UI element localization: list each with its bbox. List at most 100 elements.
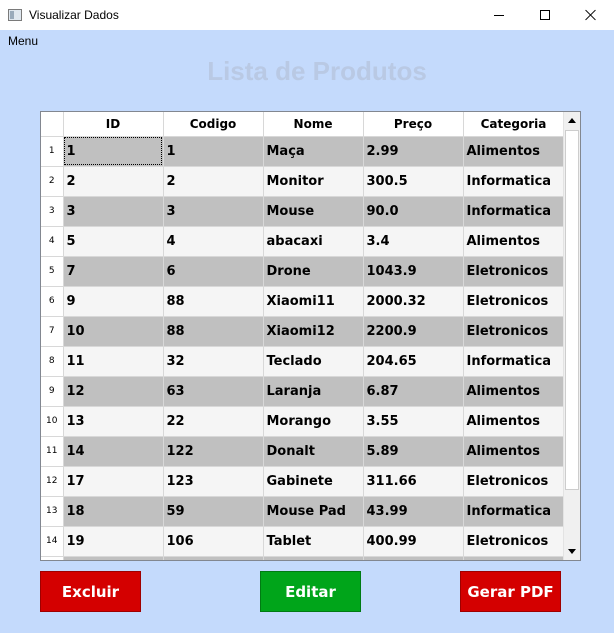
cell-categoria[interactable]: Eletronicos — [463, 286, 565, 317]
column-header-id[interactable]: ID — [63, 112, 164, 137]
edit-button[interactable]: Editar — [260, 571, 361, 612]
row-header[interactable]: 5 — [41, 256, 64, 287]
table-row[interactable]: 8 11 32 Teclado 204.65 Informatica — [41, 346, 565, 377]
cell-codigo[interactable]: 123 — [163, 466, 264, 497]
table-row[interactable]: 3 3 3 Mouse 90.0 Informatica — [41, 196, 565, 227]
row-header[interactable]: 1 — [41, 136, 64, 167]
row-header[interactable]: 13 — [41, 496, 64, 527]
cell-id[interactable]: 5 — [63, 226, 164, 257]
cell-codigo[interactable]: 22 — [163, 406, 264, 437]
cell-categoria[interactable]: Informatica — [463, 196, 565, 227]
table-row[interactable]: 12 17 123 Gabinete 311.66 Eletronicos — [41, 466, 565, 497]
cell-preco[interactable]: 2000.32 — [363, 286, 464, 317]
cell-nome[interactable]: abacaxi — [263, 226, 364, 257]
cell-codigo[interactable]: 6 — [163, 256, 264, 287]
cell-preco[interactable] — [363, 556, 464, 560]
cell-id[interactable]: 18 — [63, 496, 164, 527]
table-row[interactable]: 14 19 106 Tablet 400.99 Eletronicos — [41, 526, 565, 557]
cell-nome[interactable]: Drone — [263, 256, 364, 287]
cell-preco[interactable]: 300.5 — [363, 166, 464, 197]
row-header[interactable]: 11 — [41, 436, 64, 467]
cell-codigo[interactable]: 122 — [163, 436, 264, 467]
cell-codigo[interactable] — [163, 556, 264, 560]
cell-preco[interactable]: 3.55 — [363, 406, 464, 437]
cell-codigo[interactable]: 32 — [163, 346, 264, 377]
table-row[interactable]: 2 2 2 Monitor 300.5 Informatica — [41, 166, 565, 197]
cell-codigo[interactable]: 1 — [163, 136, 264, 167]
column-header-nome[interactable]: Nome — [263, 112, 364, 137]
cell-categoria[interactable]: Eletronicos — [463, 256, 565, 287]
cell-id[interactable]: 1 — [63, 136, 164, 167]
row-header[interactable]: 3 — [41, 196, 64, 227]
table-row[interactable]: 1 1 1 Maça 2.99 Alimentos — [41, 136, 565, 167]
column-header-categoria[interactable]: Categoria — [463, 112, 565, 137]
cell-categoria[interactable]: Alimentos — [463, 436, 565, 467]
cell-codigo[interactable]: 2 — [163, 166, 264, 197]
cell-preco[interactable]: 2200.9 — [363, 316, 464, 347]
scroll-up-button[interactable] — [564, 112, 580, 129]
cell-categoria[interactable]: Eletronicos — [463, 466, 565, 497]
cell-id[interactable]: 3 — [63, 196, 164, 227]
table-row[interactable]: 13 18 59 Mouse Pad 43.99 Informatica — [41, 496, 565, 527]
cell-id[interactable]: 7 — [63, 256, 164, 287]
cell-nome[interactable]: Xiaomi11 — [263, 286, 364, 317]
cell-nome[interactable]: Mouse — [263, 196, 364, 227]
row-header[interactable]: 10 — [41, 406, 64, 437]
minimize-button[interactable] — [476, 0, 522, 30]
cell-preco[interactable]: 311.66 — [363, 466, 464, 497]
cell-id[interactable]: 13 — [63, 406, 164, 437]
table-row[interactable]: 11 14 122 Donalt 5.89 Alimentos — [41, 436, 565, 467]
generate-pdf-button[interactable]: Gerar PDF — [460, 571, 561, 612]
cell-nome[interactable]: Mouse Pad — [263, 496, 364, 527]
cell-id[interactable]: 10 — [63, 316, 164, 347]
table-row[interactable]: 9 12 63 Laranja 6.87 Alimentos — [41, 376, 565, 407]
cell-nome[interactable]: Gabinete — [263, 466, 364, 497]
cell-categoria[interactable] — [463, 556, 565, 560]
cell-id[interactable]: 2 — [63, 166, 164, 197]
cell-categoria[interactable]: Informatica — [463, 496, 565, 527]
cell-categoria[interactable]: Alimentos — [463, 376, 565, 407]
cell-categoria[interactable]: Alimentos — [463, 136, 565, 167]
row-header[interactable]: 14 — [41, 526, 64, 557]
cell-categoria[interactable]: Informatica — [463, 346, 565, 377]
row-header[interactable]: 9 — [41, 376, 64, 407]
cell-categoria[interactable]: Informatica — [463, 166, 565, 197]
cell-id[interactable]: 11 — [63, 346, 164, 377]
cell-nome[interactable]: Maça — [263, 136, 364, 167]
row-header[interactable]: 4 — [41, 226, 64, 257]
table-row[interactable]: 7 10 88 Xiaomi12 2200.9 Eletronicos — [41, 316, 565, 347]
cell-id[interactable]: 17 — [63, 466, 164, 497]
cell-codigo[interactable]: 63 — [163, 376, 264, 407]
cell-codigo[interactable]: 106 — [163, 526, 264, 557]
cell-nome[interactable]: Xiaomi12 — [263, 316, 364, 347]
corner-header[interactable] — [41, 112, 64, 137]
row-header[interactable]: 2 — [41, 166, 64, 197]
cell-nome[interactable]: Tablet — [263, 526, 364, 557]
row-header[interactable]: 8 — [41, 346, 64, 377]
scrollbar-thumb[interactable] — [565, 130, 579, 490]
cell-categoria[interactable]: Alimentos — [463, 406, 565, 437]
cell-preco[interactable]: 6.87 — [363, 376, 464, 407]
cell-id[interactable]: 14 — [63, 436, 164, 467]
cell-id[interactable]: 19 — [63, 526, 164, 557]
cell-preco[interactable]: 90.0 — [363, 196, 464, 227]
cell-nome[interactable]: Morango — [263, 406, 364, 437]
cell-codigo[interactable]: 4 — [163, 226, 264, 257]
cell-id[interactable]: 12 — [63, 376, 164, 407]
cell-preco[interactable]: 2.99 — [363, 136, 464, 167]
cell-nome[interactable] — [263, 556, 364, 560]
cell-preco[interactable]: 3.4 — [363, 226, 464, 257]
cell-nome[interactable]: Laranja — [263, 376, 364, 407]
cell-id[interactable] — [63, 556, 164, 560]
delete-button[interactable]: Excluir — [40, 571, 141, 612]
cell-nome[interactable]: Monitor — [263, 166, 364, 197]
table-row[interactable]: 4 5 4 abacaxi 3.4 Alimentos — [41, 226, 565, 257]
cell-nome[interactable]: Donalt — [263, 436, 364, 467]
cell-codigo[interactable]: 59 — [163, 496, 264, 527]
cell-preco[interactable]: 400.99 — [363, 526, 464, 557]
row-header[interactable]: 12 — [41, 466, 64, 497]
column-header-preco[interactable]: Preço — [363, 112, 464, 137]
row-header[interactable]: 6 — [41, 286, 64, 317]
cell-categoria[interactable]: Eletronicos — [463, 526, 565, 557]
row-header[interactable]: 7 — [41, 316, 64, 347]
